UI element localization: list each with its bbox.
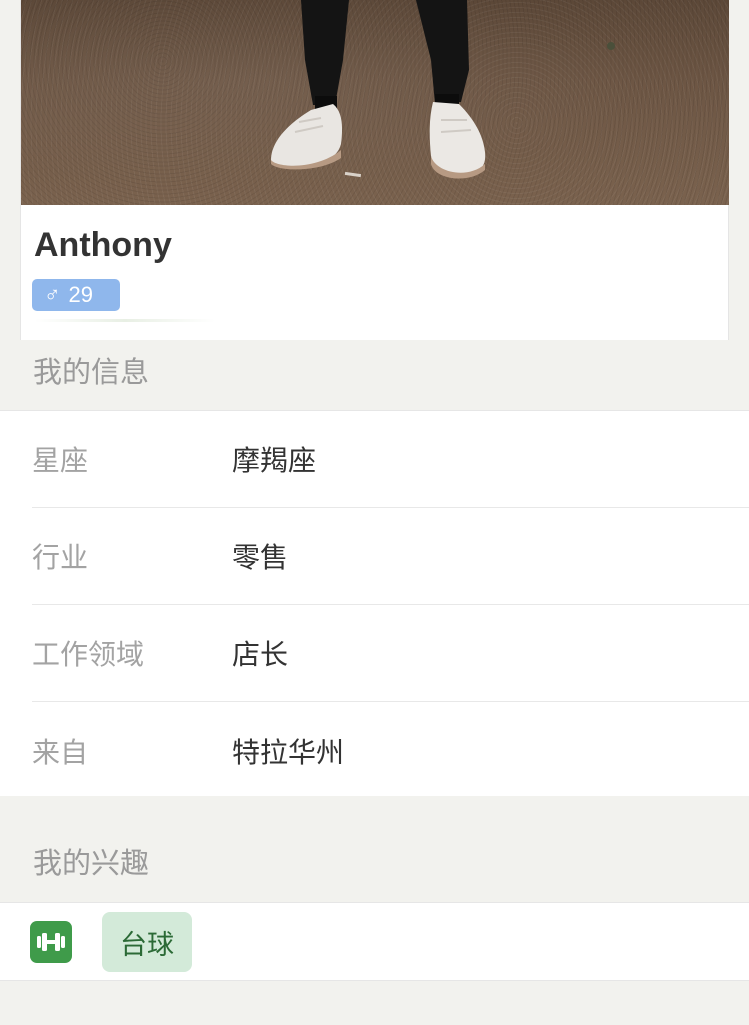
age-text: 29 <box>68 282 93 307</box>
info-row-work-field[interactable]: 工作领域 店长 <box>32 605 749 702</box>
gender-age-badge: ♂ 29 <box>32 279 120 311</box>
info-section-title: 我的信息 <box>33 355 150 389</box>
info-key: 星座 <box>32 444 89 477</box>
info-key: 来自 <box>32 735 89 769</box>
profile-photo[interactable] <box>21 0 729 205</box>
info-section-header: 我的信息 <box>0 340 749 410</box>
info-value: 店长 <box>232 638 289 671</box>
info-key: 工作领域 <box>32 638 145 671</box>
info-row-hometown[interactable]: 来自 特拉华州 <box>32 702 749 799</box>
profile-name: Anthony <box>34 226 172 264</box>
profile-card: Anthony ♂ 29 <box>20 0 729 340</box>
info-list: 星座 摩羯座 行业 零售 工作领域 店长 来自 特拉华州 <box>0 410 749 796</box>
interests-section-title: 我的兴趣 <box>33 846 150 880</box>
male-icon: ♂ <box>44 282 61 307</box>
interests-section-header: 我的兴趣 <box>0 796 749 902</box>
info-value: 特拉华州 <box>232 735 345 769</box>
interests-bar: 台球 <box>0 902 749 981</box>
info-value: 摩羯座 <box>232 444 317 477</box>
info-key: 行业 <box>32 541 89 574</box>
info-value: 零售 <box>232 541 289 574</box>
card-divider <box>35 319 215 322</box>
interest-tag-billiards[interactable]: 台球 <box>102 912 192 972</box>
info-row-constellation[interactable]: 星座 摩羯座 <box>32 411 749 508</box>
info-row-industry[interactable]: 行业 零售 <box>32 508 749 605</box>
dumbbell-icon <box>30 921 72 963</box>
